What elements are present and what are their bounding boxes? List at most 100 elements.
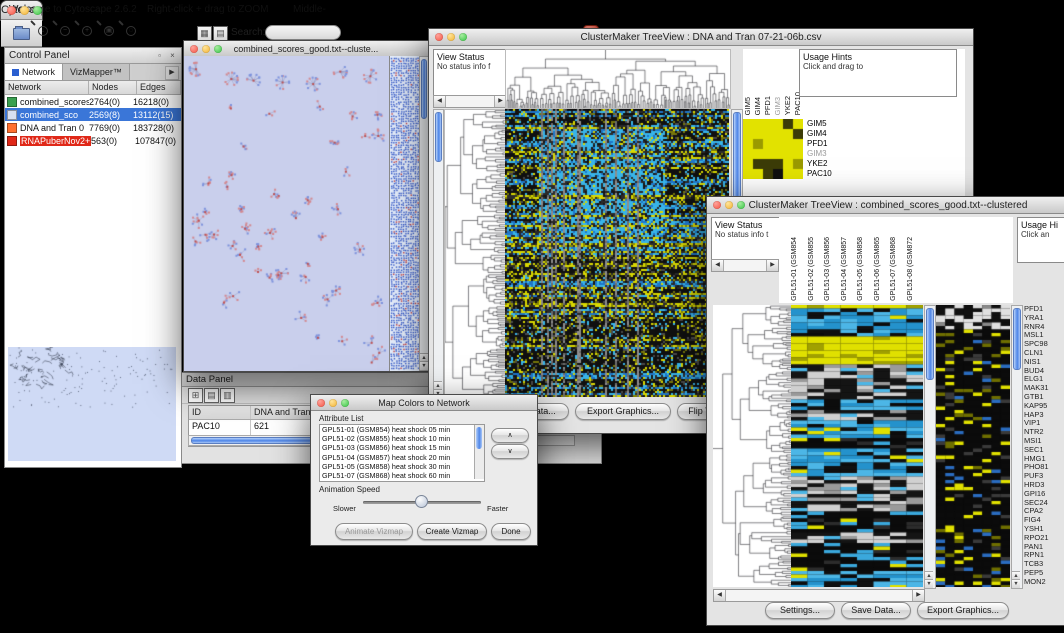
save-data-button[interactable]: Save Data... <box>841 602 911 619</box>
column-id[interactable]: ID <box>189 406 251 419</box>
matrix-row-label[interactable]: PAC10 <box>807 169 832 179</box>
scrollbar-thumb[interactable] <box>1013 308 1021 370</box>
tab-network[interactable]: Network <box>5 64 63 80</box>
scrollbar-thumb[interactable] <box>421 59 427 119</box>
close-button[interactable] <box>435 33 443 41</box>
attribute-item[interactable]: GPL51-01 (GSM854) heat shock 05 min <box>320 425 484 434</box>
animate-vizmap-button[interactable]: Animate Vizmap <box>335 523 413 540</box>
scrollbar-track[interactable] <box>724 260 766 271</box>
scrollbar-track[interactable] <box>726 590 912 601</box>
array-column-label[interactable]: GPL51-07 (GSM868 <box>890 237 907 301</box>
scroll-right-arrow[interactable]: ▶ <box>912 590 924 601</box>
matrix-row-label[interactable]: PFD1 <box>807 139 832 149</box>
treeview-combined-title-bar[interactable]: ClusterMaker TreeView : combined_scores_… <box>707 197 1064 214</box>
gene-tree-scrollbar[interactable]: ▲ ▼ <box>433 109 444 399</box>
scrollbar-thumb[interactable] <box>733 112 741 198</box>
tab-vizmapper[interactable]: VizMapper™ <box>63 64 130 80</box>
minimize-button[interactable] <box>20 6 29 15</box>
scroll-down-arrow[interactable]: ▼ <box>1012 579 1020 588</box>
attribute-list[interactable]: GPL51-01 (GSM854) heat shock 05 minGPL51… <box>319 424 485 482</box>
array-column-label[interactable]: GPL51-06 (GSM865 <box>874 237 891 301</box>
attribute-item[interactable]: GPL51-03 (GSM856) heat shock 15 min <box>320 443 484 452</box>
array-column-label[interactable]: GPL51-01 (GSM854 <box>791 237 808 301</box>
open-folder-icon[interactable] <box>13 28 30 40</box>
grid-view-icon[interactable]: ▦ <box>197 26 212 41</box>
close-button[interactable] <box>7 6 16 15</box>
tab-overflow-button[interactable]: ▶ <box>165 66 179 80</box>
dialog-title-bar[interactable]: Map Colors to Network <box>311 395 537 411</box>
scrollbar-track[interactable] <box>446 96 494 107</box>
search-input[interactable] <box>265 25 341 40</box>
secondary-heatmap[interactable] <box>936 305 1010 587</box>
network-window-title-bar[interactable]: combined_scores_good.txt--cluste... <box>184 41 428 57</box>
mini-scrollbar[interactable]: ◀ ▶ <box>433 95 507 108</box>
expression-heatmap[interactable] <box>791 305 923 587</box>
zoom-button[interactable] <box>33 6 42 15</box>
header-nodes[interactable]: Nodes <box>89 81 137 94</box>
settings-button[interactable]: Settings... <box>765 602 835 619</box>
matrix-row-label[interactable]: GIM3 <box>807 149 832 159</box>
gene-dendrogram[interactable] <box>713 305 791 587</box>
minimize-button[interactable] <box>725 201 733 209</box>
zoom-button[interactable] <box>459 33 467 41</box>
export-graphics-button[interactable]: Export Graphics... <box>575 403 671 420</box>
network-list-row[interactable]: combined_sco2569(8)13112(15) <box>5 108 181 121</box>
create-vizmap-button[interactable]: Create Vizmap <box>417 523 487 540</box>
float-panel-icon[interactable]: ▫ <box>154 50 165 61</box>
scroll-down-arrow[interactable]: ▼ <box>420 361 428 370</box>
gene-dendrogram[interactable] <box>444 109 506 399</box>
array-column-label[interactable]: GPL51-04 (GSM857 <box>841 237 858 301</box>
close-panel-icon[interactable]: × <box>167 50 178 61</box>
array-column-label[interactable]: GPL51-08 (GSM872 <box>907 237 924 301</box>
scroll-right-arrow[interactable]: ▶ <box>766 260 778 271</box>
treeview-dna-title-bar[interactable]: ClusterMaker TreeView : DNA and Tran 07-… <box>429 29 973 46</box>
array-column-label[interactable]: GPL51-02 (GSM855 <box>808 237 825 301</box>
close-button[interactable] <box>317 399 325 407</box>
scrollbar-thumb[interactable] <box>476 427 482 449</box>
list-scrollbar[interactable] <box>474 425 484 479</box>
expression-heatmap[interactable] <box>505 109 729 397</box>
zoom-button[interactable] <box>737 201 745 209</box>
matrix-row-label[interactable]: YKE2 <box>807 159 832 169</box>
scroll-left-arrow[interactable]: ◀ <box>434 96 446 107</box>
network-canvas[interactable] <box>184 56 389 371</box>
secondary-scrollbar[interactable]: ▲ ▼ <box>1011 305 1023 589</box>
close-button[interactable] <box>713 201 721 209</box>
matrix-column-label[interactable]: GIM3 <box>773 97 783 115</box>
array-column-label[interactable]: GPL51-03 (GSM856 <box>824 237 841 301</box>
minimize-button[interactable] <box>202 45 210 53</box>
matrix-column-label[interactable]: YKE2 <box>783 96 793 115</box>
scroll-left-arrow[interactable]: ◀ <box>712 260 724 271</box>
scroll-left-arrow[interactable]: ◀ <box>714 590 726 601</box>
matrix-row-label[interactable]: GIM4 <box>807 129 832 139</box>
export-graphics-button[interactable]: Export Graphics... <box>917 602 1009 619</box>
network-list-row[interactable]: DNA and Tran 07769(0)183728(0) <box>5 121 181 134</box>
scrollbar-thumb[interactable] <box>926 308 934 380</box>
attribute-item[interactable]: GPL51-07 (GSM868) heat shock 60 min <box>320 471 484 480</box>
network-list-row[interactable]: RNAPuberNov2+563(0)107847(0) <box>5 134 181 147</box>
mini-scrollbar[interactable]: ◀ ▶ <box>711 259 779 272</box>
array-dendrogram[interactable] <box>505 49 731 109</box>
matrix-column-label[interactable]: GIM5 <box>743 97 753 115</box>
matrix-column-label[interactable]: PFD1 <box>763 96 773 115</box>
heatmap-scrollbar[interactable]: ▲ ▼ <box>924 305 936 589</box>
attribute-db-icon[interactable]: ▥ <box>220 388 235 403</box>
speed-slider-thumb[interactable] <box>415 495 428 508</box>
scrollbar-thumb[interactable] <box>435 112 442 162</box>
header-edges[interactable]: Edges <box>137 81 181 94</box>
select-attributes-icon[interactable]: ⊞ <box>188 388 203 403</box>
matrix-column-label[interactable]: GIM4 <box>753 97 763 115</box>
network-overview-thumbnail[interactable] <box>8 347 176 461</box>
array-column-label[interactable]: GPL51-05 (GSM858 <box>857 237 874 301</box>
done-button[interactable]: Done <box>491 523 531 540</box>
move-up-button[interactable]: ∧ <box>491 428 529 443</box>
attribute-item[interactable]: GPL51-02 (GSM855) heat shock 10 min <box>320 434 484 443</box>
select-rows-icon[interactable]: ▤ <box>204 388 219 403</box>
attribute-item[interactable]: GPL51-05 (GSM858) heat shock 30 min <box>320 462 484 471</box>
header-network[interactable]: Network <box>5 81 89 94</box>
close-button[interactable] <box>190 45 198 53</box>
horizontal-scrollbar[interactable]: ◀ ▶ <box>713 589 925 602</box>
attribute-item[interactable]: GPL51-04 (GSM857) heat shock 20 min <box>320 453 484 462</box>
correlation-matrix[interactable] <box>743 119 803 179</box>
move-down-button[interactable]: ∨ <box>491 444 529 459</box>
